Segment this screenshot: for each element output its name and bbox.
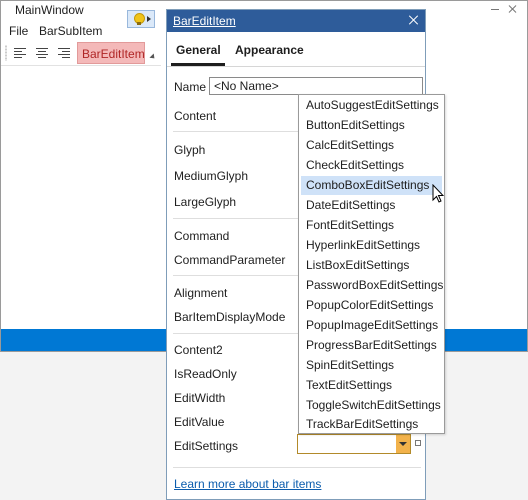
list-item[interactable]: PopupImageEditSettings bbox=[301, 316, 442, 335]
list-item[interactable]: SpinEditSettings bbox=[301, 356, 442, 375]
list-item[interactable]: TrackBarEditSettings bbox=[301, 415, 442, 434]
list-item[interactable]: PopupColorEditSettings bbox=[301, 296, 442, 315]
name-value: <No Name> bbox=[214, 79, 279, 93]
menu-file[interactable]: File bbox=[9, 24, 28, 38]
list-item[interactable]: DateEditSettings bbox=[301, 196, 442, 215]
property-marker-icon[interactable] bbox=[415, 440, 421, 446]
window-title: MainWindow bbox=[15, 3, 84, 17]
active-tab-indicator bbox=[171, 63, 225, 66]
prop-edit-settings: EditSettings bbox=[174, 439, 239, 453]
prop-bar-item-display-mode: BarItemDisplayMode bbox=[174, 310, 286, 324]
prop-edit-width: EditWidth bbox=[174, 391, 226, 405]
prop-command: Command bbox=[174, 229, 230, 243]
prop-edit-value: EditValue bbox=[174, 415, 225, 429]
edit-settings-combobox[interactable] bbox=[297, 434, 411, 454]
list-item[interactable]: ButtonEditSettings bbox=[301, 116, 442, 135]
align-center-button[interactable] bbox=[32, 44, 52, 62]
toolbar-grip[interactable] bbox=[5, 45, 7, 61]
prop-is-read-only: IsReadOnly bbox=[174, 367, 237, 381]
name-field[interactable]: <No Name> bbox=[209, 77, 423, 95]
list-item[interactable]: ToggleSwitchEditSettings bbox=[301, 396, 442, 415]
smart-tag-button[interactable] bbox=[127, 10, 155, 28]
list-item[interactable]: CalcEditSettings bbox=[301, 136, 442, 155]
menu-barsubitem[interactable]: BarSubItem bbox=[39, 24, 102, 38]
bar-edit-item-label: BarEditItem bbox=[82, 47, 145, 61]
close-window-icon[interactable] bbox=[505, 1, 521, 17]
list-item[interactable]: TextEditSettings bbox=[301, 376, 442, 395]
prop-medium-glyph: MediumGlyph bbox=[174, 169, 249, 183]
edit-settings-dropdown: AutoSuggestEditSettings ButtonEditSettin… bbox=[298, 94, 445, 434]
lightbulb-base bbox=[137, 22, 141, 25]
minimize-icon[interactable] bbox=[487, 1, 503, 17]
expand-arrow-icon bbox=[147, 16, 151, 22]
tab-appearance[interactable]: Appearance bbox=[235, 43, 304, 57]
list-item[interactable]: PasswordBoxEditSettings bbox=[301, 276, 443, 295]
prop-large-glyph: LargeGlyph bbox=[174, 195, 237, 209]
prop-command-parameter: CommandParameter bbox=[174, 253, 286, 267]
align-right-icon bbox=[58, 48, 70, 58]
align-right-button[interactable] bbox=[54, 44, 74, 62]
bar-edit-item[interactable]: BarEditItem bbox=[77, 42, 145, 64]
list-item[interactable]: CheckEditSettings bbox=[301, 156, 442, 175]
footer-divider bbox=[173, 467, 421, 468]
list-item[interactable]: AutoSuggestEditSettings bbox=[301, 96, 442, 115]
name-label: Name bbox=[174, 80, 207, 94]
list-item-hovered[interactable]: ComboBoxEditSettings bbox=[301, 176, 442, 195]
list-item[interactable]: FontEditSettings bbox=[301, 216, 442, 235]
close-icon[interactable] bbox=[407, 13, 421, 27]
list-item[interactable]: ProgressBarEditSettings bbox=[301, 336, 442, 355]
list-item[interactable]: HyperlinkEditSettings bbox=[301, 236, 442, 255]
panel-tabs: General Appearance bbox=[167, 32, 425, 67]
prop-glyph: Glyph bbox=[174, 143, 206, 157]
chevron-down-icon[interactable] bbox=[396, 435, 410, 453]
learn-more-link[interactable]: Learn more about bar items bbox=[174, 477, 321, 491]
list-item[interactable]: ListBoxEditSettings bbox=[301, 256, 442, 275]
mouse-cursor-icon bbox=[432, 184, 444, 203]
prop-alignment: Alignment bbox=[174, 286, 228, 300]
panel-title[interactable]: BarEditItem bbox=[173, 14, 236, 28]
align-center-icon bbox=[36, 48, 48, 58]
tab-general[interactable]: General bbox=[176, 43, 221, 57]
prop-content: Content bbox=[174, 109, 217, 123]
align-left-button[interactable] bbox=[10, 44, 30, 62]
prop-content2: Content2 bbox=[174, 343, 223, 357]
panel-header: BarEditItem bbox=[167, 10, 425, 32]
align-left-icon bbox=[14, 48, 26, 58]
